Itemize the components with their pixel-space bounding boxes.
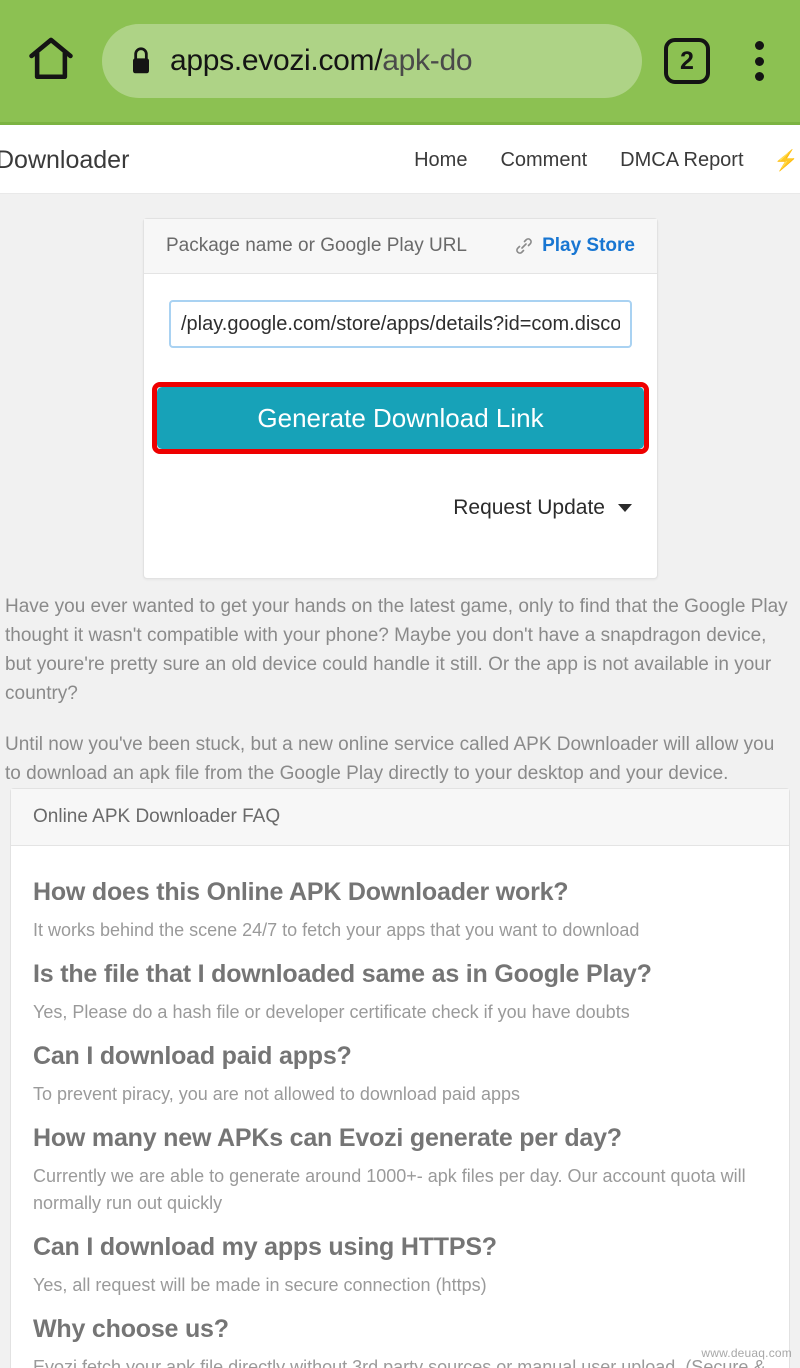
kebab-dot-1 (754, 41, 764, 50)
intro-text: Have you ever wanted to get your hands o… (0, 592, 800, 810)
intro-paragraph-2: Until now you've been stuck, but a new o… (5, 734, 775, 784)
play-store-link-label: Play Store (542, 235, 635, 256)
faq-item: How does this Online APK Downloader work… (33, 878, 767, 944)
lock-icon (128, 45, 154, 77)
url-text: apps.evozi.com/apk-do (170, 44, 473, 77)
nav-link-sponsor[interactable]: ⚡Sp (774, 148, 800, 173)
chevron-down-icon (618, 504, 632, 512)
faq-answer: Yes, all request will be made in secure … (33, 1275, 487, 1295)
faq-item: Is the file that I downloaded same as in… (33, 960, 767, 1026)
page-content: Package name or Google Play URL Play Sto… (0, 194, 800, 1368)
chain-link-icon (514, 236, 534, 256)
generate-download-link-button[interactable]: Generate Download Link (157, 387, 644, 449)
faq-answer: Evozi fetch your apk file directly witho… (33, 1357, 766, 1368)
faq-item: How many new APKs can Evozi generate per… (33, 1124, 767, 1217)
nav-link-home[interactable]: Home (414, 149, 467, 172)
faq-question: Why choose us? (33, 1315, 229, 1343)
intro-paragraph-1: Have you ever wanted to get your hands o… (5, 596, 788, 704)
form-card-body: Generate Download Link (144, 274, 657, 454)
faq-item: Why choose us? Evozi fetch your apk file… (33, 1315, 767, 1368)
browser-toolbar: apps.evozi.com/apk-do 2 (0, 0, 800, 125)
site-watermark: www.deuaq.com (701, 1346, 792, 1360)
generate-button-wrapper: Generate Download Link (152, 382, 649, 454)
home-icon (25, 33, 77, 90)
kebab-menu-icon[interactable] (744, 38, 774, 84)
form-card-header: Package name or Google Play URL Play Sto… (144, 219, 657, 274)
faq-card-body: How does this Online APK Downloader work… (11, 846, 789, 1368)
nav-links: Home Comment DMCA Report ⚡Sp (381, 148, 800, 173)
tab-count-label: 2 (680, 46, 694, 75)
screenshot-root: apps.evozi.com/apk-do 2 Downloader Home … (0, 0, 800, 1368)
faq-question: Is the file that I downloaded same as in… (33, 960, 652, 988)
faq-answer: To prevent piracy, you are not allowed t… (33, 1084, 520, 1104)
play-store-link[interactable]: Play Store (514, 235, 635, 257)
request-update-label: Request Update (453, 496, 605, 519)
tab-count-button[interactable]: 2 (664, 38, 710, 84)
faq-answer: Yes, Please do a hash file or developer … (33, 1002, 630, 1022)
faq-card-header: Online APK Downloader FAQ (11, 789, 789, 846)
faq-question: Can I download paid apps? (33, 1042, 352, 1070)
package-url-input[interactable] (169, 300, 632, 348)
faq-item: Can I download paid apps? To prevent pir… (33, 1042, 767, 1108)
nav-link-comment[interactable]: Comment (500, 149, 587, 172)
faq-answer: It works behind the scene 24/7 to fetch … (33, 920, 640, 940)
request-update-dropdown[interactable]: Request Update (453, 496, 632, 520)
url-bar[interactable]: apps.evozi.com/apk-do (102, 24, 642, 98)
home-button[interactable] (22, 32, 80, 90)
faq-item: Can I download my apps using HTTPS? Yes,… (33, 1233, 767, 1299)
faq-question: How does this Online APK Downloader work… (33, 878, 569, 906)
faq-question: How many new APKs can Evozi generate per… (33, 1124, 622, 1152)
faq-question: Can I download my apps using HTTPS? (33, 1233, 497, 1261)
site-navbar: Downloader Home Comment DMCA Report ⚡Sp (0, 128, 800, 194)
site-brand[interactable]: Downloader (0, 146, 129, 175)
kebab-dot-3 (754, 72, 764, 81)
faq-answer: Currently we are able to generate around… (33, 1166, 746, 1213)
form-header-label: Package name or Google Play URL (166, 235, 467, 256)
faq-card: Online APK Downloader FAQ How does this … (10, 788, 790, 1368)
nav-link-dmca-report[interactable]: DMCA Report (620, 149, 743, 172)
kebab-dot-2 (754, 56, 764, 66)
form-card-footer (144, 520, 657, 578)
request-update-row: Request Update (144, 454, 657, 520)
downloader-form-card: Package name or Google Play URL Play Sto… (143, 218, 658, 579)
lightning-bolt-icon: ⚡ (773, 150, 799, 172)
